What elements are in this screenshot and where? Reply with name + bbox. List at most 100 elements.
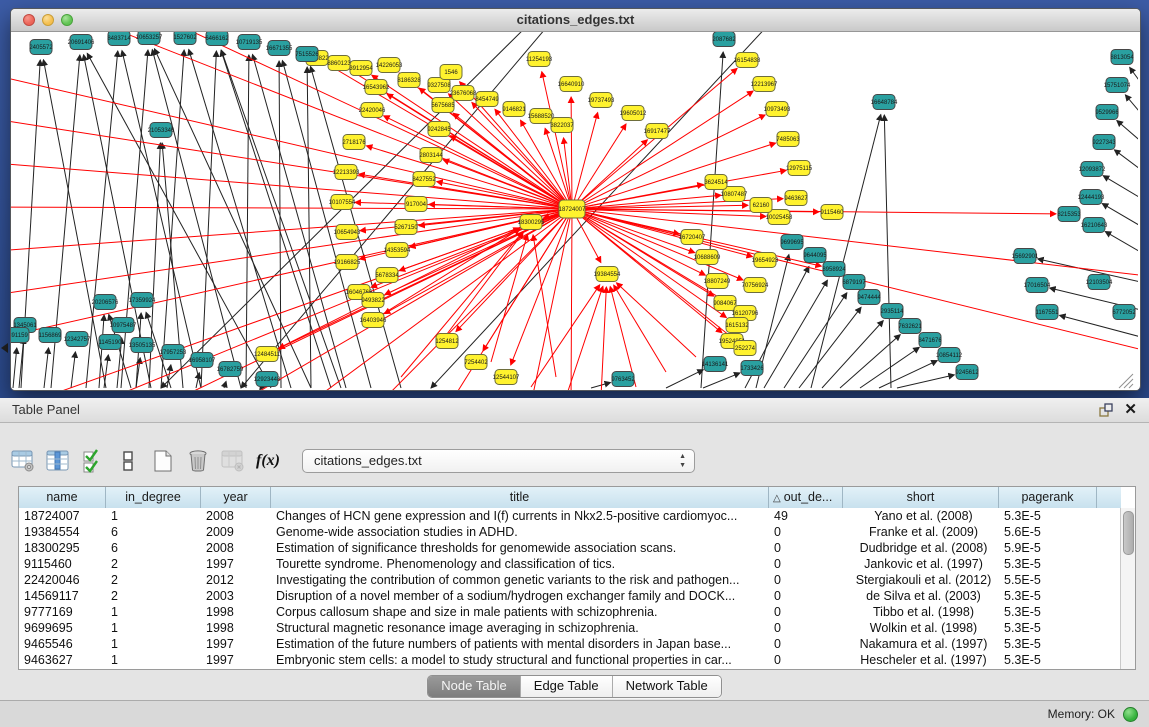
float-panel-icon[interactable]: [1099, 403, 1113, 417]
network-node[interactable]: 7254402: [464, 355, 488, 370]
network-node[interactable]: 15692901: [1012, 249, 1039, 264]
network-node[interactable]: 5675685: [431, 98, 455, 113]
network-node[interactable]: 10854112: [936, 348, 963, 363]
network-node[interactable]: 8860123: [327, 56, 351, 71]
network-node[interactable]: 62160: [750, 198, 772, 213]
tab-network-table[interactable]: Network Table: [612, 676, 721, 697]
network-node[interactable]: 16782759: [217, 362, 244, 377]
network-node[interactable]: 8454749: [475, 92, 499, 107]
network-node[interactable]: 12544107: [493, 370, 520, 385]
network-node[interactable]: 1254812: [435, 334, 459, 349]
column-header-short[interactable]: short: [843, 487, 999, 508]
table-row[interactable]: 1872400712008Changes of HCN gene express…: [19, 508, 1121, 524]
network-node[interactable]: 9242845: [427, 122, 451, 137]
table-mode-button[interactable]: [10, 448, 36, 474]
network-canvas[interactable]: 1872400776638228860123391295414226053818…: [11, 32, 1138, 390]
network-node[interactable]: 20206576: [92, 295, 119, 310]
network-node[interactable]: 1527602: [173, 32, 197, 45]
network-node[interactable]: 3624514: [704, 175, 728, 190]
network-node[interactable]: 2718176: [342, 135, 366, 150]
network-node[interactable]: 2803144: [419, 148, 443, 163]
network-node[interactable]: 19384554: [594, 267, 621, 282]
table-row[interactable]: 946554611997Estimation of the future num…: [19, 636, 1121, 652]
network-node[interactable]: 9699695: [780, 235, 804, 250]
network-node[interactable]: 3912954: [349, 61, 373, 76]
table-vertical-scrollbar[interactable]: [1120, 508, 1135, 669]
network-node[interactable]: 917004: [405, 197, 427, 212]
network-node[interactable]: 391159: [11, 328, 29, 343]
table-row[interactable]: 911546021997Tourette syndrome. Phenomeno…: [19, 556, 1121, 572]
network-node[interactable]: 16154838: [734, 53, 761, 68]
network-node[interactable]: 13505135: [129, 338, 156, 353]
network-node[interactable]: 1167551: [1036, 305, 1060, 320]
network-node[interactable]: 9227343: [1092, 135, 1116, 150]
network-node[interactable]: 12444193: [1078, 190, 1105, 205]
network-node[interactable]: 9529966: [1095, 105, 1119, 120]
network-node[interactable]: 8813054: [1110, 50, 1134, 65]
network-node[interactable]: 16720407: [679, 230, 706, 245]
network-node[interactable]: 19737493: [588, 93, 615, 108]
network-node[interactable]: 9474444: [857, 290, 881, 305]
network-node[interactable]: 16210643: [1081, 218, 1108, 233]
table-selector-dropdown[interactable]: citations_edges.txt ▲▼: [302, 449, 695, 473]
network-window-titlebar[interactable]: citations_edges.txt: [11, 9, 1140, 32]
table-row[interactable]: 946362711997Embryonic stem cells: a mode…: [19, 652, 1121, 668]
network-node[interactable]: 10107554: [329, 195, 356, 210]
network-node[interactable]: 7515526: [295, 47, 319, 62]
network-node[interactable]: 14226053: [376, 58, 403, 73]
column-header-name[interactable]: name: [19, 487, 106, 508]
network-node[interactable]: 17957253: [160, 345, 187, 360]
network-node[interactable]: 16958107: [189, 353, 216, 368]
function-builder-button[interactable]: f(x): [255, 448, 281, 474]
column-header-out_de[interactable]: △out_de...: [769, 487, 843, 508]
network-node[interactable]: 9146821: [502, 102, 526, 117]
network-node[interactable]: 6879197: [842, 275, 866, 290]
network-node[interactable]: 9763452: [611, 372, 635, 387]
network-node[interactable]: 14136141: [702, 357, 729, 372]
network-node[interactable]: 7485063: [776, 132, 800, 147]
network-node[interactable]: 19605012: [620, 106, 647, 121]
network-node[interactable]: 2405572: [29, 40, 53, 55]
network-node[interactable]: 3822037: [550, 118, 574, 133]
network-node[interactable]: 2935114: [881, 304, 905, 319]
network-node[interactable]: 12923448: [254, 372, 281, 387]
network-node[interactable]: 19166825: [334, 255, 361, 270]
network-node[interactable]: 16917477: [644, 124, 671, 139]
network-node[interactable]: 14353594: [384, 243, 411, 258]
network-node[interactable]: 1733426: [740, 361, 764, 376]
network-node[interactable]: 17359924: [129, 293, 156, 308]
network-node[interactable]: 10653257: [136, 32, 163, 45]
network-node[interactable]: 8471676: [918, 333, 942, 348]
network-node[interactable]: 252274: [734, 341, 756, 356]
network-node[interactable]: 5678334: [375, 268, 399, 283]
network-node[interactable]: 7632621: [898, 319, 922, 334]
network-node[interactable]: 10654943: [334, 225, 361, 240]
network-node[interactable]: 8215353: [1057, 207, 1081, 222]
network-node[interactable]: 8427552: [412, 172, 436, 187]
table-row[interactable]: 1938455462009Genome-wide association stu…: [19, 524, 1121, 540]
network-node[interactable]: 10719135: [236, 35, 263, 50]
network-node[interactable]: 9245612: [955, 365, 979, 380]
network-window[interactable]: citations_edges.txt 18724007766382288601…: [10, 8, 1141, 391]
table-row[interactable]: 2242004622012Investigating the contribut…: [19, 572, 1121, 588]
delete-column-button[interactable]: [185, 448, 211, 474]
network-node[interactable]: 2087682: [712, 32, 736, 47]
network-node[interactable]: 15751074: [1104, 78, 1131, 93]
network-node[interactable]: 1156869: [39, 328, 63, 343]
table-row[interactable]: 977716911998Corpus callosum shape and si…: [19, 604, 1121, 620]
network-node[interactable]: 19654923: [752, 253, 779, 268]
select-columns-button[interactable]: [80, 448, 106, 474]
network-node[interactable]: 12213967: [751, 77, 778, 92]
network-node[interactable]: 12103504: [1086, 275, 1113, 290]
tab-edge-table[interactable]: Edge Table: [520, 676, 612, 697]
network-node[interactable]: 8958924: [822, 262, 846, 277]
network-node[interactable]: 18807249: [704, 274, 731, 289]
west-panel-collapse-icon[interactable]: [1, 343, 8, 353]
network-node[interactable]: 20691406: [68, 35, 95, 50]
network-node[interactable]: 8483714: [107, 32, 131, 46]
network-node[interactable]: 9115460: [821, 205, 845, 220]
close-panel-icon[interactable]: ✕: [1124, 400, 1137, 420]
network-node[interactable]: 16640910: [558, 77, 585, 92]
column-header-year[interactable]: year: [201, 487, 271, 508]
network-node[interactable]: 1546: [440, 65, 462, 80]
